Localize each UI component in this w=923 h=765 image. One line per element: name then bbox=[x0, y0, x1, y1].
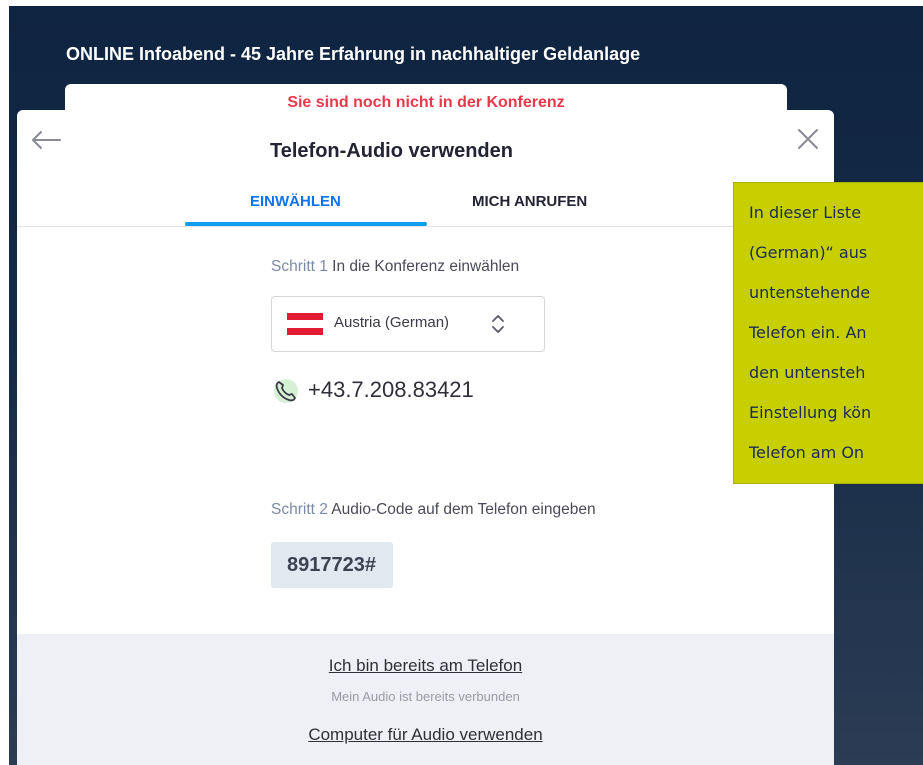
step-2-text: Audio-Code auf dem Telefon eingeben bbox=[327, 501, 596, 518]
dialog-title: Telefon-Audio verwenden bbox=[270, 140, 513, 162]
country-select-value: Austria (German) bbox=[334, 314, 450, 331]
country-select[interactable]: Austria (German) bbox=[271, 296, 545, 352]
close-icon[interactable] bbox=[795, 126, 821, 152]
tab-call-me[interactable]: MICH ANRUFEN bbox=[472, 193, 587, 210]
already-on-phone-link[interactable]: Ich bin bereits am Telefon bbox=[17, 656, 834, 676]
tab-divider bbox=[17, 226, 834, 227]
meeting-title: ONLINE Infoabend - 45 Jahre Erfahrung in… bbox=[66, 44, 641, 64]
step-1-number: Schritt 1 bbox=[271, 258, 328, 275]
use-computer-audio-link[interactable]: Computer für Audio verwenden bbox=[17, 725, 834, 745]
callout-line: In dieser Liste bbox=[749, 203, 862, 222]
callout-line: den untensteh bbox=[749, 363, 866, 382]
austria-flag-icon bbox=[287, 313, 323, 335]
dialog-footer: Ich bin bereits am Telefon Mein Audio is… bbox=[17, 634, 834, 765]
step-2: Schritt 2 Audio-Code auf dem Telefon ein… bbox=[271, 501, 596, 519]
dial-in-number: +43.7.208.83421 bbox=[308, 377, 474, 402]
step-1-text: In die Konferenz einwählen bbox=[327, 258, 520, 275]
arrow-left-icon[interactable] bbox=[30, 128, 62, 152]
tab-dial-in[interactable]: EINWÄHLEN bbox=[250, 193, 341, 210]
callout-line: Einstellung kön bbox=[749, 403, 872, 422]
already-connected-note: Mein Audio ist bereits verbunden bbox=[331, 689, 520, 704]
step-1: Schritt 1 In die Konferenz einwählen bbox=[271, 258, 519, 276]
callout-line: (German)“ aus bbox=[749, 243, 868, 262]
annotation-callout: In dieser Liste (German)“ aus untenstehe… bbox=[733, 182, 923, 484]
step-2-number: Schritt 2 bbox=[271, 501, 328, 518]
callout-line: Telefon am On bbox=[749, 443, 865, 462]
callout-line: Telefon ein. An bbox=[749, 323, 867, 342]
phone-icon bbox=[274, 379, 298, 403]
audio-code: 8917723# bbox=[287, 554, 376, 576]
callout-line: untenstehende bbox=[749, 283, 871, 302]
audio-code-box: 8917723# bbox=[271, 542, 393, 588]
chevron-updown-icon bbox=[492, 315, 504, 333]
